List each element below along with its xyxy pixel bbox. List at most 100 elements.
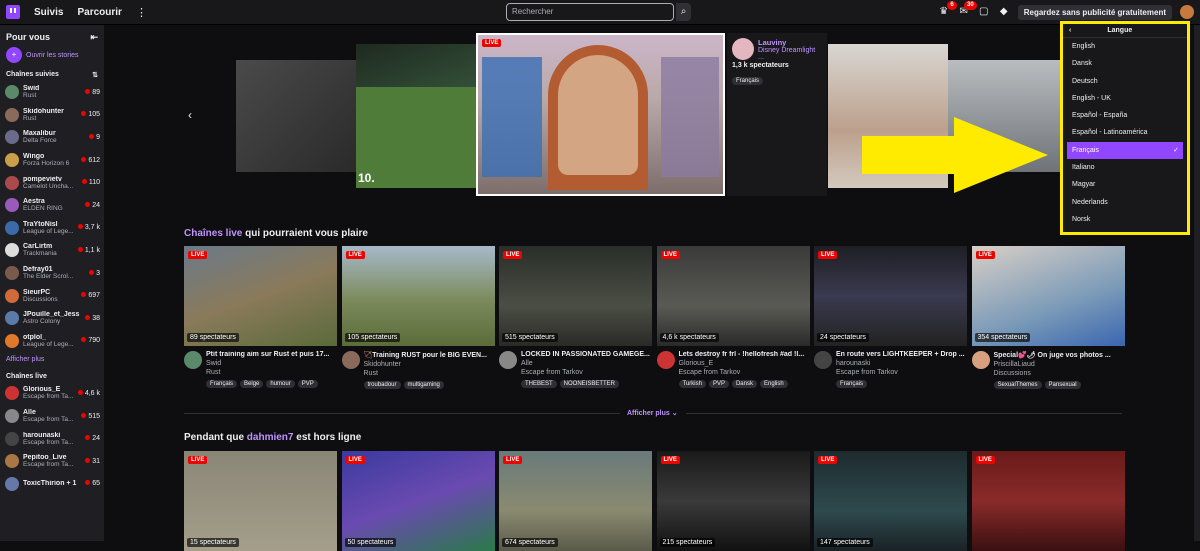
- sidebar-channel[interactable]: SieurPC Discussions 697: [0, 284, 104, 307]
- sidebar-channel[interactable]: otplol_ League of Lege... 790: [0, 330, 104, 353]
- channel-avatar[interactable]: [184, 351, 202, 369]
- sort-icon[interactable]: ⇅: [92, 71, 98, 79]
- sidebar-channel[interactable]: CarLirtm Trackmania 1,1 k: [0, 239, 104, 262]
- channel-name[interactable]: harounaski: [836, 360, 967, 367]
- tag[interactable]: PVP: [297, 380, 318, 388]
- channel-name[interactable]: Swid: [206, 360, 337, 367]
- stream-card[interactable]: LIVE 515 spectateurs LOCKED IN PASSIONATED…: [499, 246, 652, 388]
- ad-free-button[interactable]: Regardez sans publicité gratuitement: [1017, 4, 1172, 20]
- stream-thumbnail[interactable]: LIVE 24 spectateurs: [814, 246, 967, 346]
- stream-card[interactable]: LIVE: [971, 451, 1125, 551]
- nav-browse[interactable]: Parcourir: [77, 7, 121, 18]
- stream-card[interactable]: LIVE 50 spectateurs: [341, 451, 495, 551]
- game-name[interactable]: Escape from Tarkov: [521, 369, 652, 376]
- game-name[interactable]: Discussions: [994, 370, 1125, 377]
- game-name[interactable]: Escape from Tarkov: [679, 369, 810, 376]
- language-option[interactable]: Italiano: [1063, 159, 1187, 176]
- stream-card[interactable]: LIVE 215 spectateurs: [656, 451, 810, 551]
- sidebar-channel[interactable]: harounaski Escape from Ta... 24: [0, 427, 104, 450]
- sidebar-channel[interactable]: pompevietv Camelot Uncha... 110: [0, 171, 104, 194]
- stream-card[interactable]: LIVE 4,6 k spectateurs Lets destroy fr frl…: [656, 246, 810, 388]
- stream-thumbnail[interactable]: LIVE 50 spectateurs: [341, 451, 495, 551]
- stream-thumbnail[interactable]: LIVE 15 spectateurs: [184, 451, 337, 551]
- stream-thumbnail[interactable]: LIVE 105 spectateurs: [341, 246, 495, 346]
- tag[interactable]: NOONEISBETTER: [559, 380, 620, 388]
- tag[interactable]: Turkish: [678, 380, 706, 388]
- channel-avatar[interactable]: [656, 351, 675, 369]
- language-option[interactable]: Dansk: [1063, 55, 1187, 72]
- offline-channel-link[interactable]: dahmien7: [247, 432, 294, 443]
- language-option[interactable]: Deutsch: [1063, 73, 1187, 90]
- stream-thumbnail[interactable]: LIVE: [971, 451, 1125, 551]
- tag[interactable]: multigaming: [403, 381, 444, 389]
- tag[interactable]: Belge: [240, 380, 264, 388]
- sidebar-channel[interactable]: ToxicThirion + 1 65: [0, 473, 104, 496]
- tag[interactable]: THEBEST: [521, 380, 557, 388]
- language-option[interactable]: English: [1063, 38, 1187, 55]
- channel-name[interactable]: Skidohunter: [364, 361, 495, 368]
- featured-avatar[interactable]: [732, 38, 754, 60]
- tag[interactable]: SexualThemes: [993, 381, 1042, 389]
- stream-thumbnail[interactable]: LIVE 215 spectateurs: [656, 451, 810, 551]
- sidebar-channel[interactable]: Alle Escape from Ta... 515: [0, 405, 104, 428]
- tag[interactable]: PVP: [708, 380, 729, 388]
- sidebar-channel[interactable]: Skidohunter Rust 105: [0, 104, 104, 127]
- tag[interactable]: humour: [266, 380, 295, 388]
- channel-name[interactable]: Alle: [521, 360, 652, 367]
- sidebar-channel[interactable]: Maxalibur Delta Force 9: [0, 126, 104, 149]
- tag[interactable]: troubadour: [363, 381, 401, 389]
- stream-title[interactable]: 🏹Training RUST pour le BIG EVEN...: [364, 351, 495, 359]
- back-chevron-icon[interactable]: ‹: [1069, 27, 1071, 34]
- user-avatar[interactable]: [1180, 5, 1194, 19]
- search-input[interactable]: Rechercher: [506, 3, 674, 21]
- search-icon[interactable]: ⌕: [676, 3, 691, 21]
- sidebar-channel[interactable]: JPouille_et_Jess Astro Colony 38: [0, 307, 104, 330]
- open-stories-button[interactable]: + Ouvrir les stories: [0, 43, 104, 67]
- channel-avatar[interactable]: [499, 351, 517, 369]
- language-option[interactable]: Nederlands: [1063, 194, 1187, 211]
- sidebar-channel[interactable]: Wingo Forza Horizon 6 612: [0, 149, 104, 172]
- channel-name[interactable]: Glorious_E: [679, 360, 810, 367]
- stream-card[interactable]: LIVE 15 spectateurs: [184, 451, 337, 551]
- language-option[interactable]: English - UK: [1063, 90, 1187, 107]
- featured-stream-player[interactable]: LIVE: [476, 33, 725, 196]
- stream-title[interactable]: Special💕🌶 On juge vos photos ...: [994, 351, 1125, 359]
- tag[interactable]: Français: [836, 380, 868, 388]
- stream-card[interactable]: LIVE 24 spectateurs En route vers LIGHTKEE…: [814, 246, 967, 388]
- channel-avatar[interactable]: [814, 351, 832, 369]
- show-more-button[interactable]: Afficher plus ⌄: [627, 409, 678, 417]
- channel-avatar[interactable]: [341, 351, 360, 369]
- collapse-sidebar-icon[interactable]: ⇤: [90, 32, 98, 43]
- twitch-logo-icon[interactable]: [6, 5, 20, 19]
- stream-card[interactable]: LIVE 354 spectateurs Special💕🌶 On juge vos…: [971, 246, 1125, 389]
- show-more-followed[interactable]: Afficher plus: [0, 352, 104, 367]
- stream-card[interactable]: LIVE 89 spectateurs Ptit training aim sur …: [184, 246, 337, 388]
- stream-thumbnail[interactable]: LIVE 354 spectateurs: [971, 246, 1125, 346]
- stream-thumbnail[interactable]: LIVE 674 spectateurs: [499, 451, 652, 551]
- sidebar-channel[interactable]: Defray01 The Elder Scrol... 3: [0, 262, 104, 285]
- language-option[interactable]: Español - Latinoamérica: [1063, 124, 1187, 141]
- stream-thumbnail[interactable]: LIVE 4,6 k spectateurs: [656, 246, 810, 346]
- tag[interactable]: Pansexual: [1044, 381, 1081, 389]
- language-option-selected[interactable]: Français: [1067, 141, 1183, 159]
- bits-icon[interactable]: ◆: [998, 6, 1010, 18]
- more-icon[interactable]: ⋮: [136, 6, 147, 19]
- stream-thumbnail[interactable]: LIVE 89 spectateurs: [184, 246, 337, 346]
- language-option[interactable]: Norsk: [1063, 211, 1187, 228]
- scrollbar[interactable]: [1194, 25, 1200, 541]
- tag[interactable]: Dansk: [731, 380, 757, 388]
- stream-card[interactable]: LIVE 105 spectateurs 🏹Training RUST pour l…: [341, 246, 495, 389]
- featured-tag[interactable]: Français: [732, 77, 764, 85]
- tag[interactable]: English: [759, 380, 788, 388]
- channel-avatar[interactable]: [971, 351, 990, 369]
- language-option[interactable]: Español - España: [1063, 107, 1187, 124]
- stream-title[interactable]: Lets destroy fr frl - !hellofresh #ad !l…: [679, 351, 810, 358]
- sidebar-channel[interactable]: Aestra ELDEN RING 24: [0, 194, 104, 217]
- stream-title[interactable]: Ptit training aim sur Rust et puis 17...: [206, 351, 337, 358]
- carousel-thumb[interactable]: [236, 60, 356, 172]
- stream-thumbnail[interactable]: LIVE 515 spectateurs: [499, 246, 652, 346]
- sidebar-channel[interactable]: Glorious_E Escape from Ta... 4,6 k: [0, 382, 104, 405]
- sidebar-channel[interactable]: Pepitoo_Live Escape from Ta... 31: [0, 450, 104, 473]
- sidebar-channel[interactable]: TraYtoNisl League of Lege... 3,7 k: [0, 217, 104, 240]
- carousel-thumb[interactable]: 10.: [356, 44, 476, 188]
